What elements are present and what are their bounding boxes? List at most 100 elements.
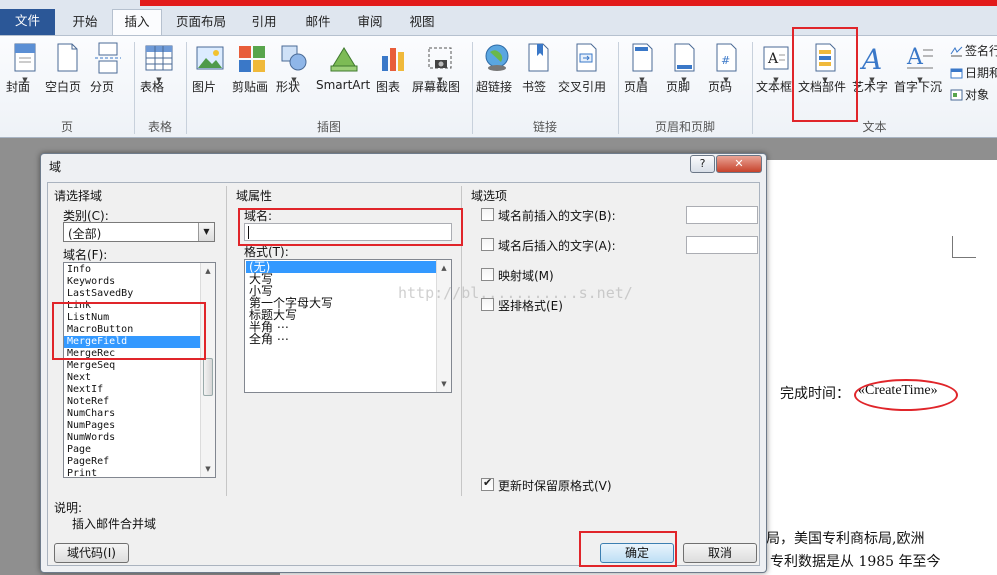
field-list-scrollbar[interactable]: ▲ ▼ <box>200 263 215 477</box>
chart-button[interactable]: 图表 <box>376 40 410 116</box>
blank-page-button[interactable]: 空白页 <box>45 40 89 116</box>
field-name-item[interactable]: NumWords <box>64 432 201 444</box>
tab-home[interactable]: 开始 <box>60 10 110 35</box>
close-button[interactable]: ✕ <box>716 155 762 173</box>
field-name-item[interactable]: NumChars <box>64 408 201 420</box>
cover-page-icon <box>14 43 36 72</box>
tab-file[interactable]: 文件 <box>0 9 55 35</box>
picture-button[interactable]: 图片 <box>192 40 228 116</box>
tab-insert[interactable]: 插入 <box>112 9 162 35</box>
tab-mailings[interactable]: 邮件 <box>294 10 342 35</box>
field-name-item[interactable]: Next <box>64 372 201 384</box>
textbox-button[interactable]: A 文本框 ▼ <box>756 40 796 116</box>
help-button[interactable]: ? <box>690 155 715 173</box>
object-button[interactable]: 对象 <box>950 86 989 103</box>
field-name-item[interactable]: Info <box>64 264 201 276</box>
scroll-down-icon[interactable]: ▼ <box>201 462 215 476</box>
scroll-up-icon[interactable]: ▲ <box>437 261 451 275</box>
header-icon <box>632 43 653 72</box>
wordart-icon: A <box>859 43 882 74</box>
description-text: 插入邮件合并域 <box>72 517 157 531</box>
scroll-up-icon[interactable]: ▲ <box>201 264 215 278</box>
format-list[interactable]: (无) 大写 小写 第一个字母大写 标题大写 半角 ⋯ 全角 ⋯ ▲ ▼ <box>244 259 452 393</box>
option-text-before-label: 域名前插入的文字(B): <box>498 209 616 223</box>
blank-page-icon <box>57 43 78 72</box>
clipart-button[interactable]: 剪贴画 <box>232 40 272 116</box>
scroll-thumb[interactable] <box>203 358 213 396</box>
text-before-input[interactable] <box>686 206 758 224</box>
field-names-label: 域名(F): <box>63 248 108 262</box>
description-label: 说明: <box>54 501 83 515</box>
field-name-item[interactable]: Page <box>64 444 201 456</box>
scroll-down-icon[interactable]: ▼ <box>437 377 451 391</box>
object-icon <box>950 89 963 101</box>
option-text-after-checkbox[interactable] <box>481 238 494 251</box>
annotation-box-ok <box>579 531 677 567</box>
page-break-button[interactable]: 分页 <box>90 40 126 116</box>
annotation-box-quick-parts <box>792 27 858 122</box>
field-name-item[interactable]: NextIf <box>64 384 201 396</box>
datetime-button[interactable]: 日期和 <box>950 64 997 81</box>
field-name-item[interactable]: MergeSeq <box>64 360 201 372</box>
footer-icon <box>674 43 695 72</box>
field-name-item[interactable]: Keywords <box>64 276 201 288</box>
chevron-down-icon[interactable]: ▼ <box>198 223 214 241</box>
option-mapped-field-label: 映射域(M) <box>498 269 554 283</box>
format-item[interactable]: (无) <box>246 261 436 273</box>
document-text-line: 局，美国专利商标局,欧洲 <box>766 531 925 547</box>
option-mapped-field-checkbox[interactable] <box>481 268 494 281</box>
tab-page-layout[interactable]: 页面布局 <box>170 10 232 35</box>
smartart-button[interactable]: SmartArt <box>316 40 372 116</box>
tab-view[interactable]: 视图 <box>398 10 446 35</box>
table-icon <box>145 45 173 71</box>
category-select[interactable]: (全部) ▼ <box>63 222 215 242</box>
title-bar-red <box>140 0 997 6</box>
footer-button[interactable]: 页脚 ▼ <box>666 40 702 116</box>
page-margin-mark <box>952 236 976 258</box>
text-after-input[interactable] <box>686 236 758 254</box>
page-number-button[interactable]: # 页码 ▼ <box>708 40 744 116</box>
wordart-button[interactable]: A 艺术字 ▼ <box>852 40 892 116</box>
group-label-links: 链接 <box>532 120 557 134</box>
preserve-format-label: 更新时保留原格式(V) <box>498 479 612 493</box>
shapes-button[interactable]: 形状 ▼ <box>276 40 312 116</box>
field-name-item[interactable]: Print <box>64 468 201 477</box>
field-options-heading: 域选项 <box>471 189 508 203</box>
dropcap-button[interactable]: A 首字下沉 ▼ <box>894 40 946 116</box>
field-name-item[interactable]: NumPages <box>64 420 201 432</box>
cancel-button[interactable]: 取消 <box>683 543 757 563</box>
field-name-item[interactable]: NoteRef <box>64 396 201 408</box>
field-name-item[interactable]: PageRef <box>64 456 201 468</box>
cross-reference-button[interactable]: 交叉引用 <box>558 40 614 116</box>
hyperlink-button[interactable]: 超链接 <box>476 40 518 116</box>
group-label-text: 文本 <box>862 120 887 134</box>
table-button[interactable]: 表格 ▼ <box>140 40 178 116</box>
watermark-text: http://bl...........s.net/ <box>398 284 633 302</box>
cross-reference-icon <box>576 43 597 72</box>
svg-text:#: # <box>721 54 730 67</box>
header-button[interactable]: 页眉 ▼ <box>624 40 660 116</box>
title-strip <box>0 0 997 7</box>
bookmark-button[interactable]: 书签 <box>522 40 554 116</box>
annotation-box-field-name <box>238 208 463 246</box>
format-item[interactable]: 全角 ⋯ <box>246 333 436 345</box>
preserve-format-checkbox[interactable] <box>481 476 494 491</box>
field-name-item[interactable]: LastSavedBy <box>64 288 201 300</box>
tab-review[interactable]: 审阅 <box>346 10 394 35</box>
signature-line-button[interactable]: 签名行 <box>950 42 997 59</box>
field-codes-button[interactable]: 域代码(I) <box>54 543 129 563</box>
smartart-icon <box>330 47 358 72</box>
page-number-icon: # <box>716 43 737 72</box>
option-text-before-checkbox[interactable] <box>481 208 494 221</box>
shapes-icon <box>281 45 307 71</box>
screenshot-button[interactable]: 屏幕截图 ▼ <box>412 40 468 116</box>
textbox-icon: A <box>763 46 789 70</box>
svg-text:A: A <box>859 43 882 74</box>
clipart-icon <box>239 46 265 72</box>
group-label-pages: 页 <box>60 120 73 134</box>
cover-button[interactable]: 封面 ▼ <box>6 40 44 116</box>
field-names-list[interactable]: Info Keywords LastSavedBy Link ListNum MacroB… <box>63 262 216 478</box>
format-list-scrollbar[interactable]: ▲ ▼ <box>436 260 451 392</box>
tab-references[interactable]: 引用 <box>240 10 288 35</box>
close-icon: ✕ <box>734 157 744 170</box>
